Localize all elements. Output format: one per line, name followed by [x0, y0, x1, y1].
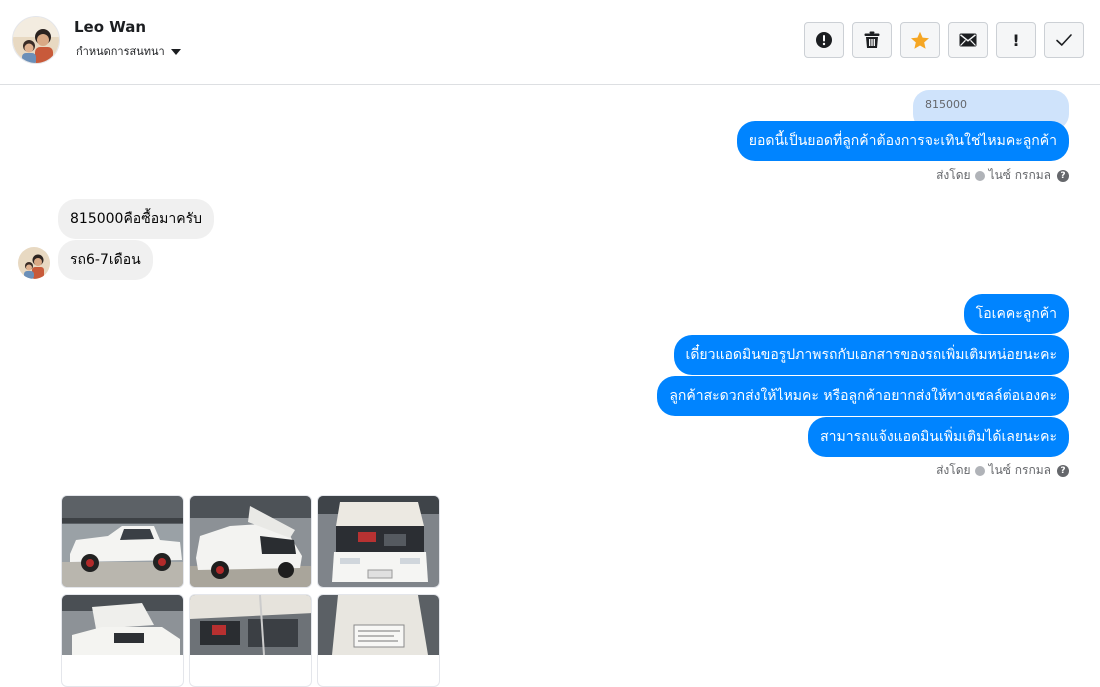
- photo-vehicle-plate-document[interactable]: [317, 594, 440, 687]
- conversation-status-dropdown[interactable]: กำหนดการสนทนา: [76, 42, 181, 60]
- outgoing-message[interactable]: ลูกค้าสะดวกส่งให้ไหมคะ หรือลูกค้าอยากส่ง…: [657, 376, 1069, 416]
- exclamation-icon: !: [1012, 30, 1020, 50]
- message-meta: ส่งโดย ไนซ์ กรกมล ?: [936, 461, 1069, 480]
- conversation-header: Leo Wan กำหนดการสนทนา !: [0, 0, 1100, 85]
- delete-button[interactable]: [852, 22, 892, 58]
- mark-unread-button[interactable]: [948, 22, 988, 58]
- help-icon[interactable]: ?: [1057, 464, 1069, 477]
- contact-avatar[interactable]: [12, 16, 60, 64]
- sent-by-label: ส่งโดย: [936, 463, 971, 477]
- check-icon: [1056, 34, 1072, 46]
- outgoing-message[interactable]: โอเคคะลูกค้า: [963, 294, 1069, 334]
- photo-engine-bay-front[interactable]: [317, 495, 440, 588]
- sender-name[interactable]: ไนซ์ กรกมล: [989, 166, 1051, 185]
- star-button[interactable]: [900, 22, 940, 58]
- trash-icon: [864, 31, 880, 48]
- sent-status-icon: [974, 465, 985, 476]
- outgoing-message[interactable]: สามารถแจ้งแอดมินเพิ่มเติมได้เลยนะคะ: [808, 417, 1069, 457]
- conversation-status-label: กำหนดการสนทนา: [76, 45, 165, 58]
- sent-by-label: ส่งโดย: [936, 168, 971, 182]
- outgoing-message[interactable]: ยอดนี้เป็นยอดที่ลูกค้าต้องการจะเทินใช่ไห…: [736, 121, 1069, 161]
- photo-white-pickup-side[interactable]: [61, 495, 184, 588]
- photo-pickup-hood-open-garage[interactable]: [61, 594, 184, 687]
- envelope-icon: [959, 33, 977, 47]
- contact-name[interactable]: Leo Wan: [74, 18, 146, 36]
- message-meta: ส่งโดย ไนซ์ กรกมล ?: [936, 166, 1069, 185]
- incoming-message[interactable]: รถ6-7เดือน: [58, 240, 153, 280]
- important-button[interactable]: !: [996, 22, 1036, 58]
- alert-circle-icon: [816, 32, 832, 48]
- message-thread: 815000 ยอดนี้เป็นยอดที่ลูกค้าต้องการจะเท…: [0, 86, 1100, 687]
- conversation-toolbar: !: [804, 22, 1084, 58]
- photo-white-pickup-hood-open[interactable]: [189, 495, 312, 588]
- mark-spam-button[interactable]: [804, 22, 844, 58]
- star-icon: [911, 31, 929, 49]
- photo-engine-close-up[interactable]: [189, 594, 312, 687]
- caret-down-icon: [170, 48, 181, 55]
- sender-avatar[interactable]: [18, 247, 50, 279]
- outgoing-message[interactable]: เดี๋ยวแอดมินขอรูปภาพรถกับเอกสารของรถเพิ่…: [673, 335, 1069, 375]
- incoming-message[interactable]: 815000คือซื้อมาครับ: [58, 199, 214, 239]
- sender-name[interactable]: ไนซ์ กรกมล: [989, 461, 1051, 480]
- help-icon[interactable]: ?: [1057, 169, 1069, 182]
- mark-done-button[interactable]: [1044, 22, 1084, 58]
- sent-status-icon: [974, 170, 985, 181]
